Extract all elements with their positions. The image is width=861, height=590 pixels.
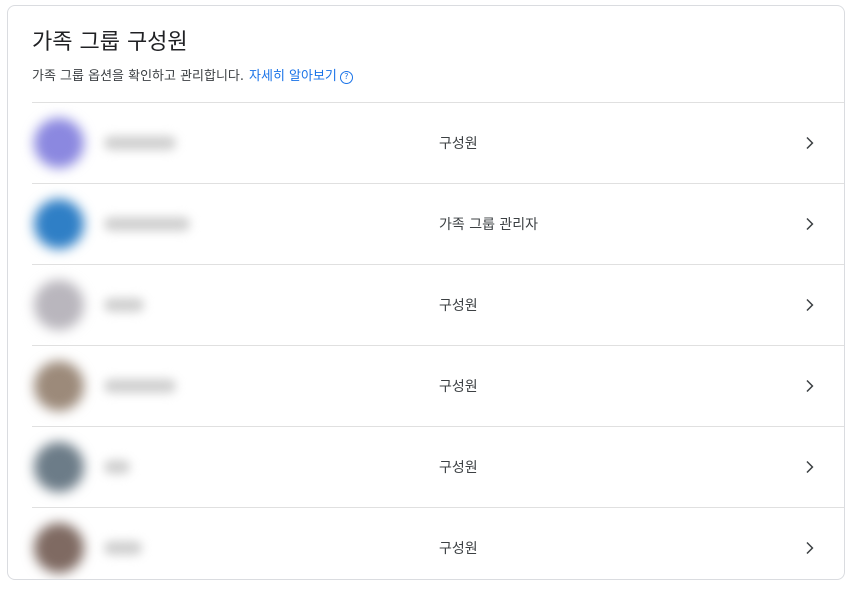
learn-more-link[interactable]: 자세히 알아보기 [249,68,337,86]
chevron-right-icon[interactable] [800,458,818,476]
member-role: 구성원 [439,541,478,557]
avatar [34,280,84,330]
subtitle: 가족 그룹 옵션을 확인하고 관리합니다. 자세히 알아보기 ? [32,68,820,86]
member-row[interactable]: 구성원 [32,102,844,183]
chevron-right-icon[interactable] [800,377,818,395]
member-list: 구성원 가족 그룹 관리자 구성원 구성원 구성원 구성원 [32,102,844,579]
avatar [34,442,84,492]
subtitle-text: 가족 그룹 옵션을 확인하고 관리합니다. [32,69,245,84]
member-row[interactable]: 구성원 [32,264,844,345]
avatar [34,199,84,249]
card-header: 가족 그룹 구성원 가족 그룹 옵션을 확인하고 관리합니다. 자세히 알아보기… [8,6,844,86]
family-group-card: 가족 그룹 구성원 가족 그룹 옵션을 확인하고 관리합니다. 자세히 알아보기… [7,5,845,580]
member-name-redacted [104,217,190,231]
member-role: 구성원 [439,460,478,476]
help-circle-icon[interactable]: ? [339,70,353,84]
member-row[interactable]: 구성원 [32,426,844,507]
member-role: 가족 그룹 관리자 [439,217,539,233]
member-name-redacted [104,460,130,474]
page-title: 가족 그룹 구성원 [32,30,188,55]
chevron-right-icon[interactable] [800,539,818,557]
avatar [34,523,84,573]
member-name-redacted [104,541,142,555]
member-name-redacted [104,298,144,312]
member-row[interactable]: 가족 그룹 관리자 [32,183,844,264]
member-role: 구성원 [439,298,478,314]
member-name-redacted [104,379,176,393]
member-role: 구성원 [439,379,478,395]
member-row[interactable]: 구성원 [32,345,844,426]
member-row[interactable]: 구성원 [32,507,844,579]
member-role: 구성원 [439,136,478,152]
member-name-redacted [104,136,176,150]
chevron-right-icon[interactable] [800,296,818,314]
avatar [34,118,84,168]
avatar [34,361,84,411]
chevron-right-icon[interactable] [800,134,818,152]
chevron-right-icon[interactable] [800,215,818,233]
